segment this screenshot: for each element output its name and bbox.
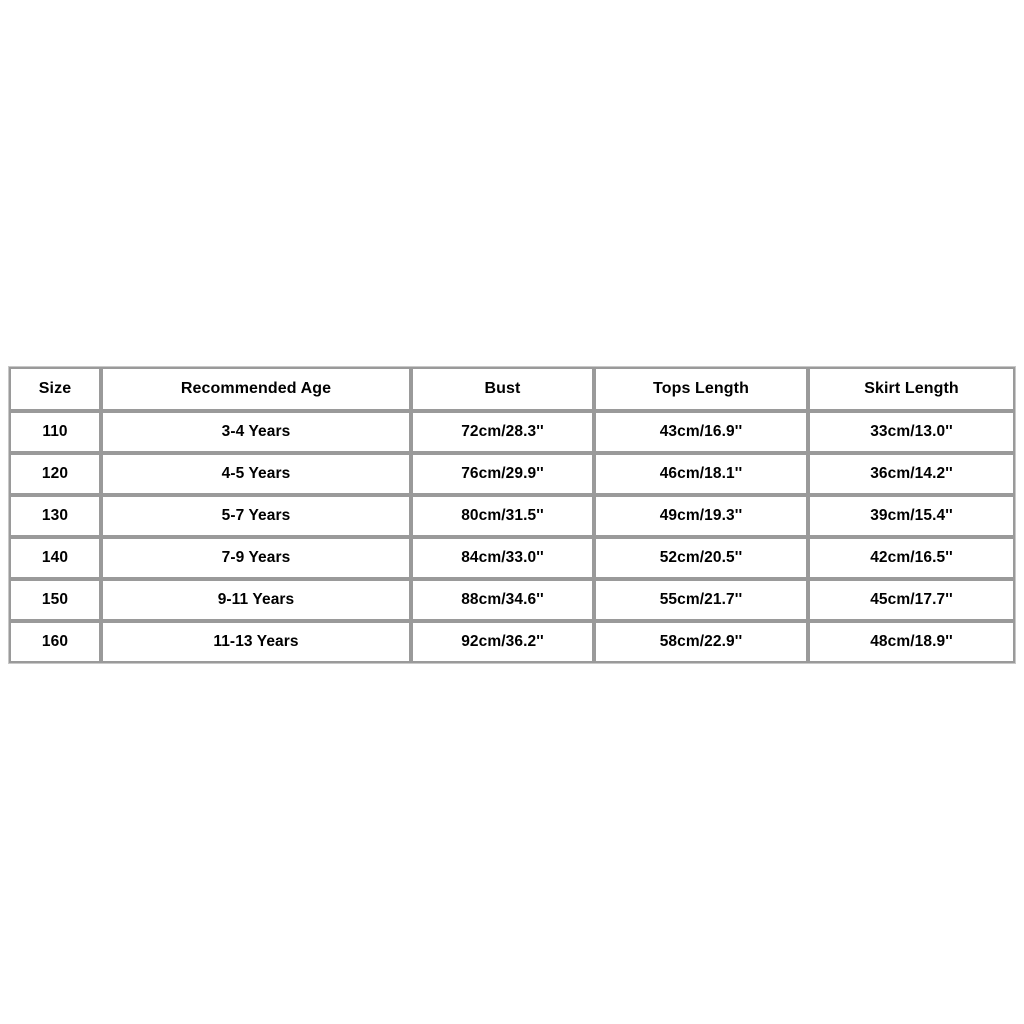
cell-age: 9-11 Years <box>101 579 411 621</box>
cell-bust: 72cm/28.3'' <box>411 411 594 453</box>
cell-size: 150 <box>9 579 101 621</box>
table-row: 130 5-7 Years 80cm/31.5'' 49cm/19.3'' 39… <box>9 495 1015 537</box>
cell-tops-length: 55cm/21.7'' <box>594 579 808 621</box>
cell-age: 7-9 Years <box>101 537 411 579</box>
cell-skirt-length: 42cm/16.5'' <box>808 537 1015 579</box>
cell-age: 3-4 Years <box>101 411 411 453</box>
column-header-skirt-length: Skirt Length <box>808 367 1015 411</box>
cell-skirt-length: 39cm/15.4'' <box>808 495 1015 537</box>
column-header-size: Size <box>9 367 101 411</box>
cell-size: 140 <box>9 537 101 579</box>
cell-bust: 76cm/29.9'' <box>411 453 594 495</box>
cell-bust: 80cm/31.5'' <box>411 495 594 537</box>
cell-bust: 84cm/33.0'' <box>411 537 594 579</box>
cell-size: 120 <box>9 453 101 495</box>
cell-skirt-length: 45cm/17.7'' <box>808 579 1015 621</box>
cell-tops-length: 43cm/16.9'' <box>594 411 808 453</box>
size-chart-body: Size Recommended Age Bust Tops Length Sk… <box>9 367 1015 663</box>
table-row: 110 3-4 Years 72cm/28.3'' 43cm/16.9'' 33… <box>9 411 1015 453</box>
cell-bust: 88cm/34.6'' <box>411 579 594 621</box>
column-header-bust: Bust <box>411 367 594 411</box>
cell-tops-length: 52cm/20.5'' <box>594 537 808 579</box>
cell-skirt-length: 48cm/18.9'' <box>808 621 1015 663</box>
table-row: 120 4-5 Years 76cm/29.9'' 46cm/18.1'' 36… <box>9 453 1015 495</box>
column-header-recommended-age: Recommended Age <box>101 367 411 411</box>
cell-age: 5-7 Years <box>101 495 411 537</box>
cell-skirt-length: 33cm/13.0'' <box>808 411 1015 453</box>
table-row: 150 9-11 Years 88cm/34.6'' 55cm/21.7'' 4… <box>9 579 1015 621</box>
cell-size: 130 <box>9 495 101 537</box>
table-header-row: Size Recommended Age Bust Tops Length Sk… <box>9 367 1015 411</box>
cell-size: 160 <box>9 621 101 663</box>
cell-tops-length: 46cm/18.1'' <box>594 453 808 495</box>
cell-age: 4-5 Years <box>101 453 411 495</box>
table-row: 140 7-9 Years 84cm/33.0'' 52cm/20.5'' 42… <box>9 537 1015 579</box>
cell-tops-length: 49cm/19.3'' <box>594 495 808 537</box>
cell-bust: 92cm/36.2'' <box>411 621 594 663</box>
size-chart-table: Size Recommended Age Bust Tops Length Sk… <box>8 366 1016 664</box>
table-row: 160 11-13 Years 92cm/36.2'' 58cm/22.9'' … <box>9 621 1015 663</box>
column-header-tops-length: Tops Length <box>594 367 808 411</box>
cell-skirt-length: 36cm/14.2'' <box>808 453 1015 495</box>
cell-size: 110 <box>9 411 101 453</box>
size-chart-container: Size Recommended Age Bust Tops Length Sk… <box>8 366 1016 664</box>
cell-tops-length: 58cm/22.9'' <box>594 621 808 663</box>
cell-age: 11-13 Years <box>101 621 411 663</box>
